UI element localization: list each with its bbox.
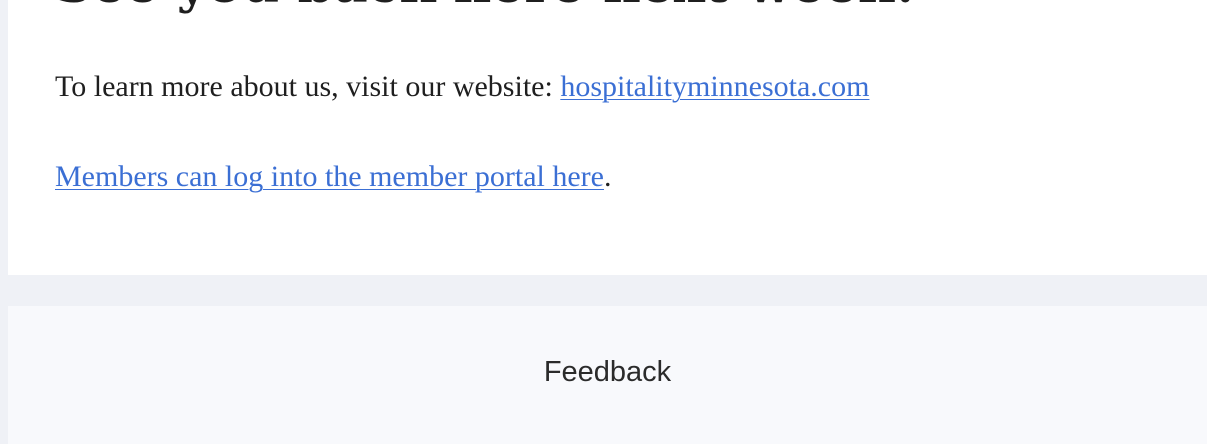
website-prefix-text: To learn more about us, visit our websit… [55,70,561,103]
website-paragraph: To learn more about us, visit our websit… [55,67,869,107]
website-link[interactable]: hospitalityminnesota.com [560,70,869,103]
closing-heading: See you back here next week! [55,0,917,16]
footer-card: Feedback [8,306,1207,444]
email-page: See you back here next week! To learn mo… [0,0,1207,444]
member-portal-link[interactable]: Members can log into the member portal h… [55,160,604,193]
email-content-card: See you back here next week! To learn mo… [8,0,1207,275]
member-portal-paragraph: Members can log into the member portal h… [55,157,611,197]
feedback-link[interactable]: Feedback [8,354,1207,390]
member-portal-suffix: . [603,160,612,193]
